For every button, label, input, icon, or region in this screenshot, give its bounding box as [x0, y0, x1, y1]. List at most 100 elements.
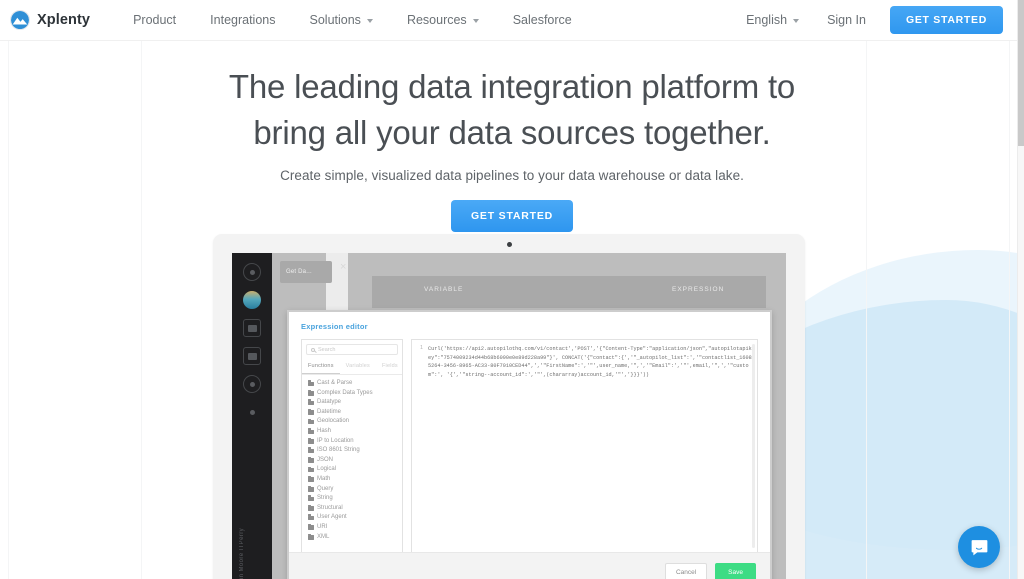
nav-item-label: Resources [406, 13, 467, 27]
list-item[interactable]: String [308, 494, 402, 504]
jobs-icon[interactable] [243, 347, 261, 365]
folder-icon [308, 389, 314, 396]
folder-icon [308, 428, 314, 435]
nav-item-salesforce[interactable]: Salesforce [496, 0, 589, 41]
line-number: 1 [419, 345, 423, 351]
app-logo-icon [243, 291, 261, 309]
list-item[interactable]: Math [308, 475, 402, 485]
list-item[interactable]: Hash [308, 427, 402, 437]
list-item-label: Cast & Parse [317, 380, 353, 386]
nav-item-label: Solutions [309, 13, 361, 27]
list-item-label: Geolocation [317, 418, 350, 425]
list-item[interactable]: XML [308, 533, 402, 543]
list-item-label: Structural [317, 504, 343, 511]
list-item[interactable]: Query [308, 485, 402, 495]
nav-item-integrations[interactable]: Integrations [193, 0, 292, 41]
tab-functions[interactable]: Functions [302, 359, 340, 374]
close-icon[interactable]: × [340, 262, 346, 273]
folder-icon [308, 409, 314, 415]
top-navbar: Xplenty Product Integrations Solutions R… [0, 0, 1017, 41]
add-icon[interactable] [243, 263, 261, 281]
function-browser-pane: Search Functions Variables Fields Cast &… [301, 339, 403, 561]
page-title: The leading data integration platform to… [0, 64, 1024, 155]
packages-icon[interactable] [243, 319, 261, 337]
folder-icon [308, 466, 314, 473]
folder-icon [308, 485, 314, 492]
settings-gear-icon[interactable] [243, 403, 261, 421]
chevron-down-icon [793, 18, 800, 23]
list-item[interactable]: ISO 8601 String [308, 446, 402, 456]
hero-heading-line-2: bring all your data sources together. [253, 113, 771, 151]
nav-item-resources[interactable]: Resources [390, 0, 496, 41]
nav-item-solutions[interactable]: Solutions [293, 0, 390, 41]
cancel-button[interactable]: Cancel [664, 563, 708, 579]
sign-in-link[interactable]: Sign In [813, 0, 880, 41]
clusters-icon[interactable] [243, 375, 261, 393]
mountain-logo-icon [10, 10, 30, 30]
language-selector[interactable]: English [732, 0, 813, 41]
list-item[interactable]: Complex Data Types [308, 389, 402, 399]
get-started-button-nav[interactable]: GET STARTED [889, 6, 1003, 34]
laptop-mockup: John Moore ITPerry Get Da... × VARIABLE … [213, 234, 805, 579]
get-started-button-hero[interactable]: GET STARTED [450, 200, 574, 233]
list-item[interactable]: JSON [308, 456, 402, 466]
list-item-label: URI [317, 523, 328, 530]
primary-nav: Product Integrations Solutions Resources… [116, 0, 589, 41]
tab-fields[interactable]: Fields [376, 359, 404, 374]
folder-icon [308, 447, 314, 454]
list-item-label: JSON [317, 456, 334, 463]
folder-icon [308, 524, 314, 530]
list-item[interactable]: IP to Location [308, 437, 402, 447]
folder-icon [308, 437, 314, 444]
save-button[interactable]: Save [715, 563, 756, 579]
column-header-expression: EXPRESSION [672, 286, 725, 293]
language-label: English [746, 13, 788, 27]
tab-variables[interactable]: Variables [340, 359, 376, 374]
app-tab[interactable]: Get Da... [280, 261, 332, 283]
chat-launcher-button[interactable] [958, 526, 1000, 568]
modal-title: Expression editor [301, 322, 368, 331]
list-item[interactable]: Datatype [308, 398, 402, 408]
sign-in-label: Sign In [827, 13, 866, 27]
code-editor-pane[interactable]: 1 Curl('https://api2.autopilothq.com/v1/… [411, 339, 758, 561]
search-input[interactable]: Search [306, 344, 398, 355]
list-item-label: ISO 8601 String [317, 447, 360, 454]
list-item[interactable]: Structural [308, 504, 402, 514]
code-vertical-scrollbar[interactable] [752, 344, 755, 548]
hero-subheading: Create simple, visualized data pipelines… [280, 168, 744, 184]
hero-section: The leading data integration platform to… [0, 41, 1024, 233]
nav-item-label: Integrations [210, 13, 276, 27]
list-item[interactable]: Datetime [308, 408, 402, 418]
folder-icon [308, 505, 314, 511]
brand-logo[interactable]: Xplenty [10, 10, 90, 30]
expression-code: Curl('https://api2.autopilothq.com/v1/co… [428, 346, 752, 378]
list-item[interactable]: Geolocation [308, 417, 402, 427]
column-header-variable: VARIABLE [424, 286, 464, 293]
expression-editor-modal: Expression editor Search Functions Varia… [287, 310, 772, 579]
modal-footer: Cancel Save [289, 552, 770, 579]
function-category-list: Cast & Parse Complex Data Types Datatype… [302, 375, 402, 542]
list-item-label: XML [317, 533, 330, 540]
list-item-label: String [317, 495, 333, 502]
account-label: John Moore ITPerry [239, 527, 245, 579]
folder-icon [308, 380, 314, 387]
folder-icon [308, 476, 314, 482]
list-item-label: Query [317, 485, 334, 492]
secondary-nav: English Sign In GET STARTED [732, 0, 1003, 41]
brand-name: Xplenty [37, 12, 91, 28]
app-sidebar: John Moore ITPerry [232, 253, 272, 579]
laptop-screen: John Moore ITPerry Get Da... × VARIABLE … [232, 253, 786, 579]
list-item[interactable]: Logical [308, 465, 402, 475]
list-item[interactable]: URI [308, 523, 402, 533]
page-scrollbar[interactable] [1017, 0, 1024, 579]
list-item[interactable]: User Agent [308, 513, 402, 523]
page-root: Xplenty Product Integrations Solutions R… [0, 0, 1024, 579]
list-item-label: Datetime [317, 408, 342, 415]
folder-icon [308, 533, 314, 540]
list-item-label: Logical [317, 466, 337, 473]
list-item-label: Hash [317, 427, 332, 434]
scrollbar-thumb[interactable] [1018, 0, 1024, 146]
folder-icon [308, 457, 314, 463]
nav-item-product[interactable]: Product [116, 0, 193, 41]
list-item[interactable]: Cast & Parse [308, 379, 402, 389]
